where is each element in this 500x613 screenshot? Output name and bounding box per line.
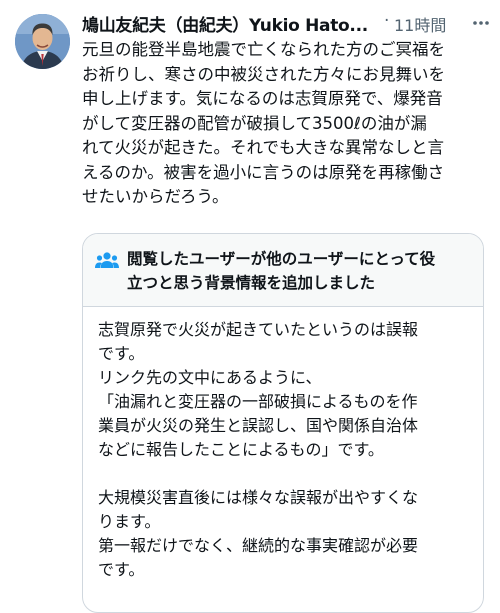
tweet-text-line: 申し上げます。気になるのは志賀原発で、爆発音 [82, 89, 443, 108]
note-body-line: 業員が火災の発生と誤認し、国や関係自治体 [98, 416, 419, 435]
note-body-line: ります。 [98, 512, 161, 531]
community-note-title: 閲覧したユーザーが他のユーザーにとって役 立つと思う背景情報を追加しました [127, 247, 472, 295]
author-name[interactable]: 鳩山友紀夫（由紀夫）Yukio Hato... [82, 11, 382, 36]
note-body-line [98, 462, 478, 486]
note-title-line: 立つと思う背景情報を追加しました [127, 274, 376, 292]
avatar[interactable] [15, 14, 70, 69]
tweet-text-line: 元旦の能登半島地震で亡くなられた方のご冥福を [82, 40, 445, 59]
tweet-text: 元旦の能登半島地震で亡くなられた方のご冥福を お祈りし、寒さの中被災された方々に… [82, 38, 490, 210]
note-body-line: です。 [98, 560, 145, 579]
tweet-text-line: お祈りし、寒さの中被災された方々にお見舞いを [82, 64, 445, 84]
tweet-header: 鳩山友紀夫（由紀夫）Yukio Hato... · 11時間 [82, 10, 490, 36]
note-body-line: リンク先の文中にあるように、 [98, 368, 322, 387]
separator-dot: · [384, 11, 390, 31]
people-icon [95, 251, 119, 271]
community-note-body: 志賀原発で火災が起きていたというのは誤報 です。 リンク先の文中にあるように、 … [98, 318, 478, 582]
note-body-line: などに報告したことによるもの」です。 [98, 440, 384, 459]
more-icon[interactable] [470, 12, 492, 34]
community-note-card[interactable]: 閲覧したユーザーが他のユーザーにとって役 立つと思う背景情報を追加しました 志賀… [82, 233, 484, 613]
tweet-text-line: せたいからだろう。 [82, 187, 229, 206]
note-body-line: 大規模災害直後には様々な誤報が出やすくな [98, 488, 419, 507]
note-body-line: 志賀原発で火災が起きていたというのは誤報 [98, 320, 419, 339]
tweet-text-line: えるのか。被害を過小に言うのは原発を再稼働さ [82, 162, 445, 182]
note-body-line: 第一報だけでなく、継続的な事実確認が必要 [98, 536, 419, 555]
note-title-line: 閲覧したユーザーが他のユーザーにとって役 [127, 250, 436, 268]
community-note-header: 閲覧したユーザーが他のユーザーにとって役 立つと思う背景情報を追加しました [83, 234, 483, 307]
note-body-line: です。 [98, 344, 145, 363]
tweet-text-line: れて火災が起きた。それでも大きな異常なしと言 [82, 138, 445, 157]
note-body-line: 「油漏れと変圧器の一部破損によるものを作 [98, 392, 418, 411]
timestamp[interactable]: 11時間 [394, 12, 446, 36]
tweet-text-line: がして変圧器の配管が破損して3500ℓの油が漏 [82, 113, 427, 133]
